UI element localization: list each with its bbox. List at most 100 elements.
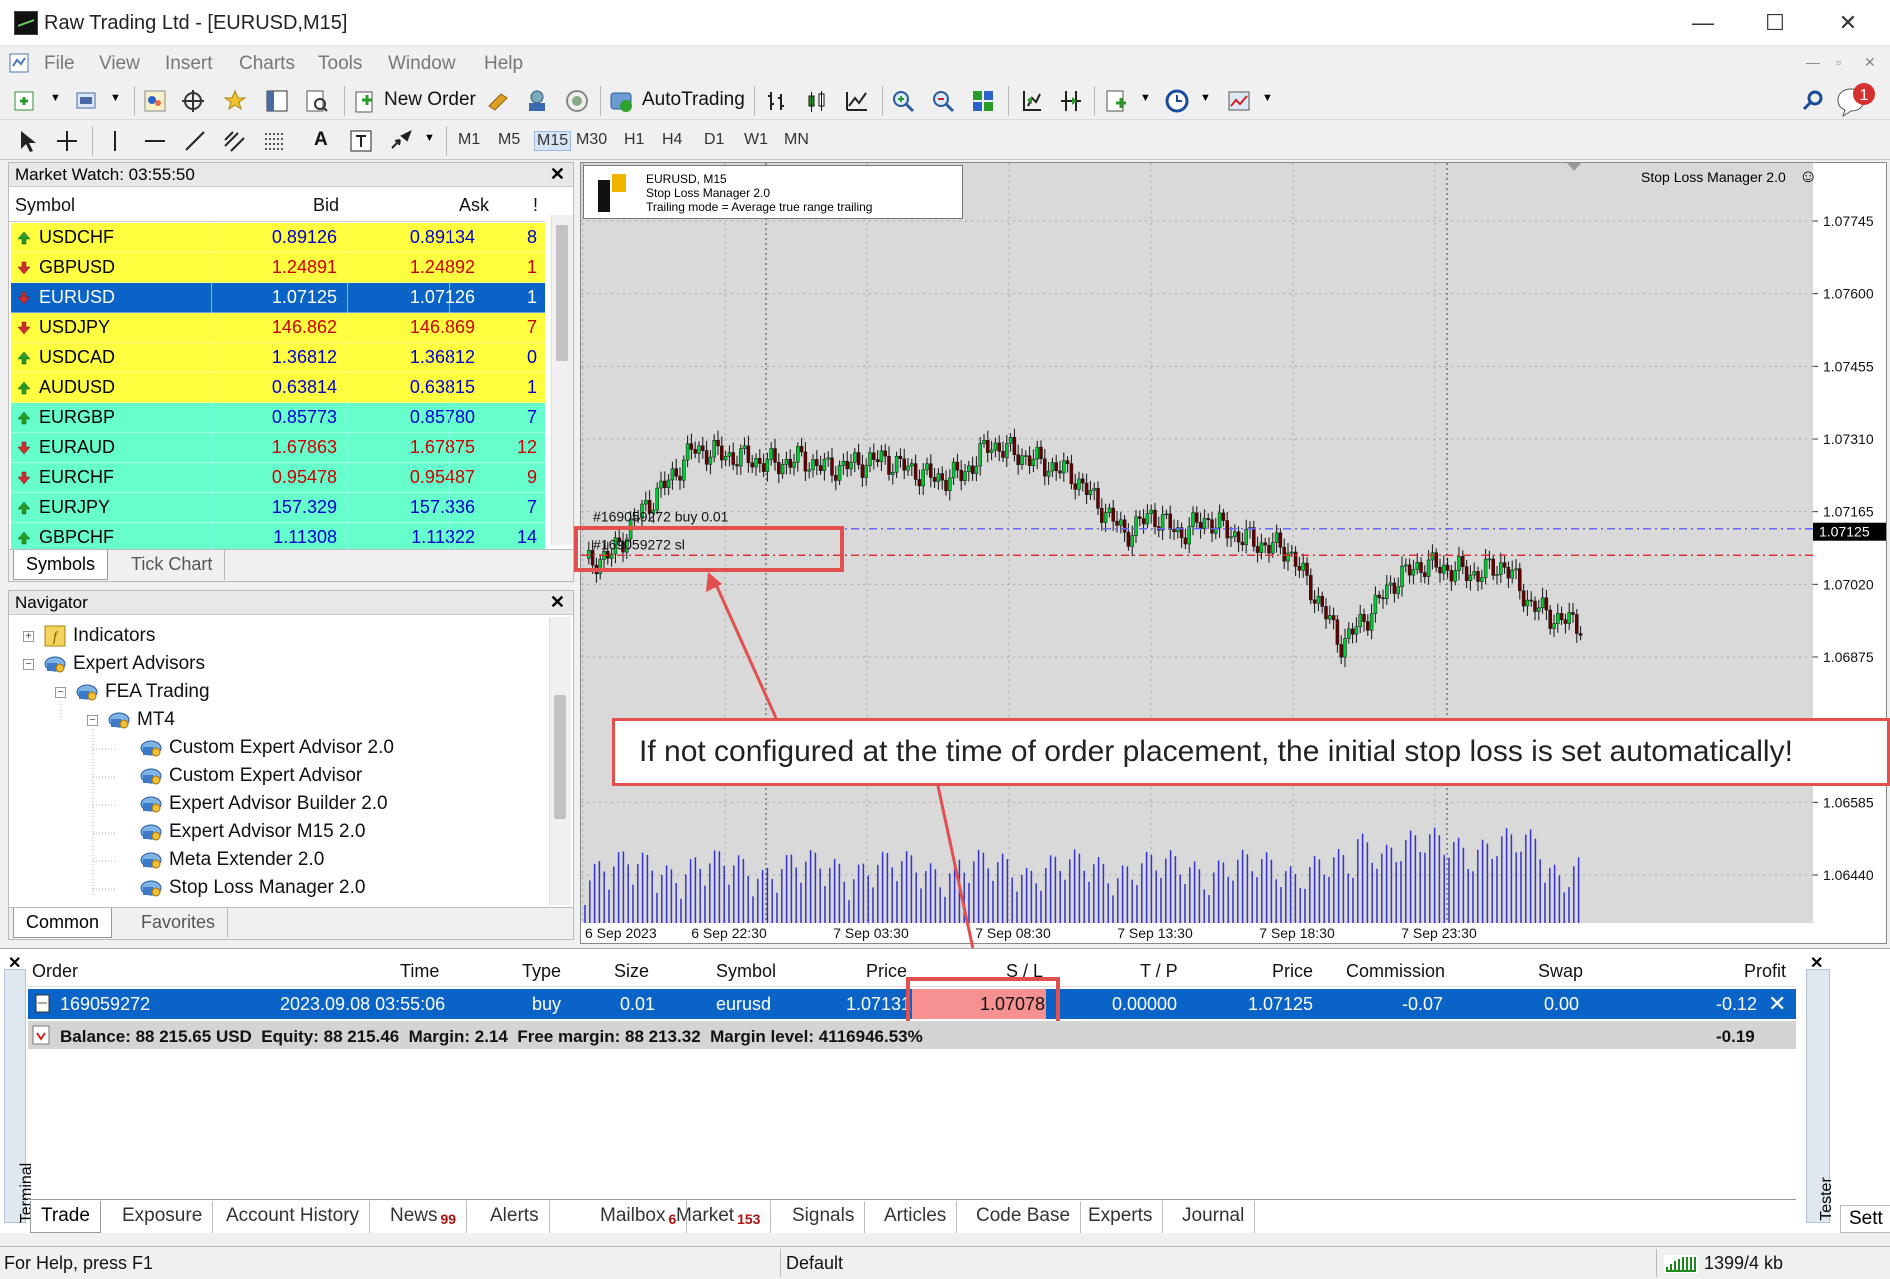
minimize-button[interactable]: — [1680, 6, 1726, 40]
mdi-close-button[interactable]: ✕ [1864, 54, 1876, 71]
tab-favorites[interactable]: Favorites [129, 908, 229, 938]
chart-shift-icon[interactable] [1058, 88, 1084, 114]
timeframe-m30[interactable]: M30 [576, 131, 607, 149]
cursor-icon[interactable] [14, 128, 40, 154]
timeframe-m1[interactable]: M1 [458, 131, 480, 149]
auto-scroll-icon[interactable] [1018, 88, 1044, 114]
menu-window[interactable]: Window [388, 53, 456, 75]
col-profit[interactable]: Profit [1744, 961, 1786, 982]
col-commission[interactable]: Commission [1346, 961, 1445, 982]
col-order[interactable]: Order [32, 961, 78, 982]
navigator-icon[interactable] [222, 88, 248, 114]
signals-icon[interactable] [564, 88, 590, 114]
indicators-icon[interactable] [1104, 88, 1130, 114]
close-button[interactable]: ✕ [1825, 6, 1871, 40]
document-icon[interactable] [8, 52, 32, 74]
market-watch-row-eurjpy[interactable]: EURJPY 157.329 157.336 7 [11, 493, 545, 523]
menu-view[interactable]: View [99, 53, 140, 75]
scrollbar-thumb[interactable] [554, 695, 566, 819]
tab-journal[interactable]: Journal [1172, 1201, 1256, 1233]
tab-alerts[interactable]: Alerts [480, 1201, 550, 1233]
market-watch-row-audusd[interactable]: AUDUSD 0.63814 0.63815 1 [11, 373, 545, 403]
tab-tick-chart[interactable]: Tick Chart [119, 550, 226, 580]
chevron-down-icon[interactable]: ▼ [1262, 92, 1273, 104]
new-order-button[interactable]: New Order [384, 89, 476, 111]
fibonacci-icon[interactable] [262, 128, 288, 154]
chevron-down-icon[interactable]: ▼ [110, 92, 121, 104]
equidistant-channel-icon[interactable] [222, 128, 248, 154]
community-icon[interactable] [524, 88, 550, 114]
market-watch-row-eurgbp[interactable]: EURGBP 0.85773 0.85780 7 [11, 403, 545, 433]
autotrading-icon[interactable] [608, 88, 634, 114]
chevron-down-icon[interactable]: ▼ [50, 92, 61, 104]
menu-tools[interactable]: Tools [318, 53, 362, 75]
timeframe-h1[interactable]: H1 [624, 131, 644, 149]
bar-chart-icon[interactable] [764, 88, 790, 114]
text-tool-icon[interactable]: A [314, 129, 328, 151]
search-icon[interactable] [1800, 88, 1826, 114]
col-tp[interactable]: T / P [1140, 961, 1178, 982]
arrows-icon[interactable] [388, 128, 414, 154]
strategy-tester-icon[interactable] [304, 88, 330, 114]
market-watch-row-eurusd[interactable]: EURUSD 1.07125 1.07126 1 [11, 283, 545, 313]
market-watch-row-gbpusd[interactable]: GBPUSD 1.24891 1.24892 1 [11, 253, 545, 283]
timeframe-mn[interactable]: MN [784, 131, 809, 149]
timeframe-d1[interactable]: D1 [704, 131, 724, 149]
close-icon[interactable]: ✕ [550, 592, 565, 613]
col-current-price[interactable]: Price [1272, 961, 1313, 982]
market-watch-row-usdjpy[interactable]: USDJPY 146.862 146.869 7 [11, 313, 545, 343]
market-watch-row-eurchf[interactable]: EURCHF 0.95478 0.95487 9 [11, 463, 545, 493]
menu-charts[interactable]: Charts [239, 53, 295, 75]
terminal-icon[interactable] [264, 88, 290, 114]
new-chart-icon[interactable] [12, 88, 38, 114]
menu-file[interactable]: File [44, 53, 75, 75]
horizontal-line-icon[interactable] [142, 128, 168, 154]
autotrading-button[interactable]: AutoTrading [642, 89, 745, 111]
notifications-icon[interactable]: 1 [1834, 82, 1880, 120]
templates-icon[interactable] [1226, 88, 1252, 114]
menu-help[interactable]: Help [484, 53, 523, 75]
tab-signals[interactable]: Signals [782, 1201, 866, 1233]
tab-account-history[interactable]: Account History [216, 1201, 371, 1233]
chevron-down-icon[interactable]: ▼ [1140, 92, 1151, 104]
timeframe-w1[interactable]: W1 [744, 131, 768, 149]
col-size[interactable]: Size [614, 961, 649, 982]
profiles-icon[interactable] [74, 88, 100, 114]
navigator-scrollbar[interactable] [549, 617, 571, 905]
terminal-side-tab[interactable]: Terminal [4, 969, 35, 1223]
scrollbar-thumb[interactable] [556, 225, 568, 361]
tab-symbols[interactable]: Symbols [13, 550, 109, 580]
market-watch-icon[interactable] [142, 88, 168, 114]
close-icon[interactable]: ✕ [550, 164, 565, 185]
col-price[interactable]: Price [866, 961, 907, 982]
timeframe-h4[interactable]: H4 [662, 131, 682, 149]
market-watch-row-usdchf[interactable]: USDCHF 0.89126 0.89134 8 [11, 223, 545, 253]
tab-articles[interactable]: Articles [874, 1201, 958, 1233]
tab-common[interactable]: Common [13, 908, 113, 938]
tab-code-base[interactable]: Code Base [966, 1201, 1082, 1233]
market-watch-row-usdcad[interactable]: USDCAD 1.36812 1.36812 0 [11, 343, 545, 373]
candlestick-icon[interactable] [804, 88, 830, 114]
data-window-icon[interactable] [180, 88, 206, 114]
market-watch-row-euraud[interactable]: EURAUD 1.67863 1.67875 12 [11, 433, 545, 463]
new-order-icon[interactable] [352, 88, 378, 114]
crosshair-icon[interactable] [54, 128, 80, 154]
tester-side-tab[interactable]: Tester [1806, 969, 1835, 1223]
mdi-minimize-button[interactable]: — [1806, 54, 1820, 70]
market-watch-scrollbar[interactable] [551, 215, 573, 545]
mdi-restore-button[interactable]: ▫ [1836, 54, 1841, 70]
col-time[interactable]: Time [400, 961, 439, 982]
chevron-down-icon[interactable]: ▼ [424, 132, 435, 144]
zoom-in-icon[interactable] [890, 88, 916, 114]
col-type[interactable]: Type [522, 961, 561, 982]
trendline-icon[interactable] [182, 128, 208, 154]
tile-windows-icon[interactable] [970, 88, 996, 114]
tab-trade[interactable]: Trade [30, 1201, 101, 1233]
maximize-button[interactable]: ☐ [1752, 6, 1798, 40]
tab-settings[interactable]: Sett [1840, 1205, 1890, 1233]
text-label-icon[interactable] [348, 128, 374, 154]
timeframe-m5[interactable]: M5 [498, 131, 520, 149]
meta-editor-icon[interactable] [486, 88, 512, 114]
periods-clock-icon[interactable] [1164, 88, 1190, 114]
col-symbol[interactable]: Symbol [716, 961, 776, 982]
